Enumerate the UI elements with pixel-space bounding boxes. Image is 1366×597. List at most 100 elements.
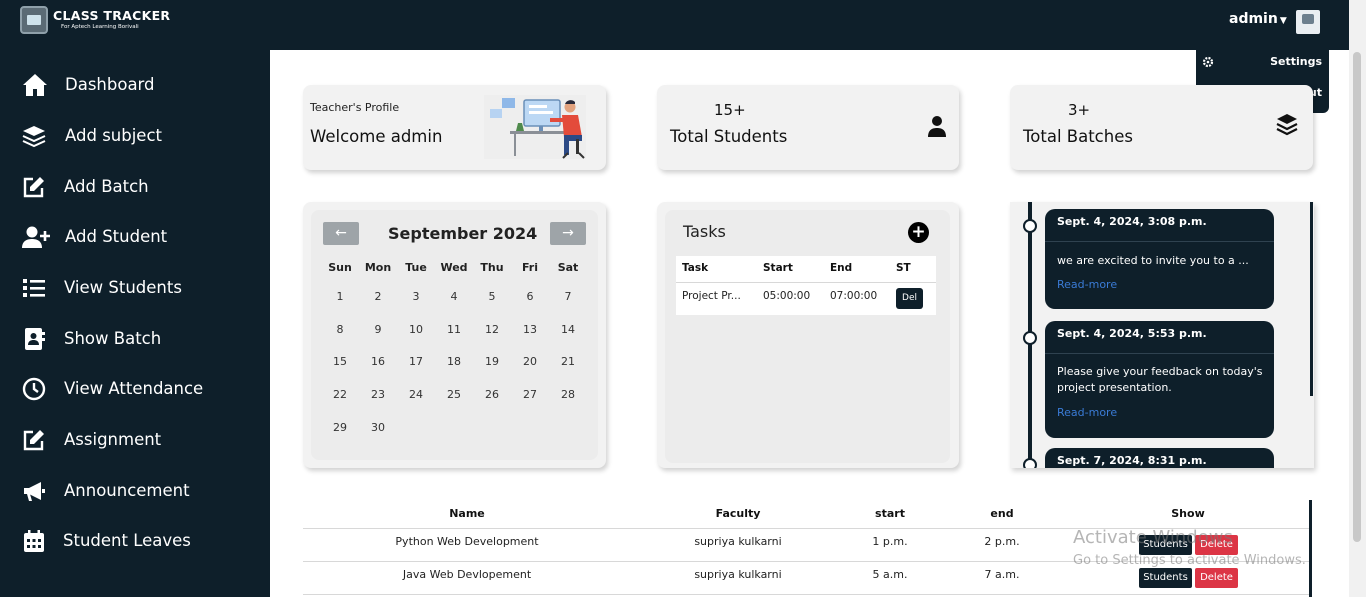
profile-card: Teacher's Profile Welcome admin	[303, 85, 606, 170]
scrollbar-thumb[interactable]	[1353, 52, 1361, 542]
sidebar-item-label: Show Batch	[64, 329, 162, 348]
task-header: Task	[682, 262, 709, 274]
calendar-next-button[interactable]: →	[550, 222, 586, 245]
page-scrollbar[interactable]	[1349, 0, 1366, 597]
list-icon	[23, 279, 45, 297]
sidebar-item-announcement[interactable]: Announcement	[0, 469, 270, 513]
announcement-card: Sept. 4, 2024, 3:08 p.m. we are excited …	[1045, 209, 1274, 309]
task-header: Start	[763, 262, 793, 274]
column-header: Faculty	[715, 507, 761, 520]
sidebar: Dashboard Add subject Add Batch Add Stud…	[0, 50, 270, 597]
user-menu-toggle[interactable]: admin ▼	[1229, 11, 1287, 27]
address-book-icon	[25, 328, 45, 350]
read-more-link[interactable]: Read-more	[1057, 278, 1117, 291]
sidebar-item-add-student[interactable]: Add Student	[0, 215, 270, 259]
students-count: 15+	[714, 101, 746, 119]
weekday-header: Sat	[557, 261, 579, 274]
calendar-prev-button[interactable]: ←	[323, 222, 359, 245]
task-start: 05:00:00	[763, 290, 811, 302]
teacher-illustration	[484, 95, 586, 159]
calendar-day[interactable]: 3	[397, 290, 435, 303]
avatar[interactable]	[1296, 10, 1320, 34]
sidebar-item-dashboard[interactable]: Dashboard	[0, 63, 270, 107]
calendar-day[interactable]: 23	[359, 388, 397, 401]
calendar-day[interactable]: 30	[359, 421, 397, 434]
sidebar-item-add-batch[interactable]: Add Batch	[0, 165, 270, 209]
calendar-day[interactable]: 20	[511, 355, 549, 368]
calendar-day[interactable]: 11	[435, 323, 473, 336]
batch-faculty: supriya kulkarni	[694, 568, 782, 581]
timeline-dot	[1023, 458, 1037, 468]
calendar-day[interactable]: 29	[321, 421, 359, 434]
calendar-day[interactable]: 10	[397, 323, 435, 336]
calendar-day[interactable]: 27	[511, 388, 549, 401]
delete-button[interactable]: Delete	[1195, 568, 1238, 588]
app-logo[interactable]: CLASS TRACKER For Aptech Learning Boriva…	[20, 6, 170, 34]
calendar-day[interactable]: 21	[549, 355, 587, 368]
calendar-day[interactable]: 2	[359, 290, 397, 303]
app-subtitle: For Aptech Learning Borivali	[61, 24, 139, 30]
tasks-table: Task Start End ST Project Pr... 05:00:00…	[676, 256, 936, 315]
task-end: 07:00:00	[830, 290, 878, 302]
calendar-day[interactable]: 15	[321, 355, 359, 368]
sidebar-item-show-batch[interactable]: Show Batch	[0, 317, 270, 361]
calendar-day[interactable]: 16	[359, 355, 397, 368]
sidebar-item-view-students[interactable]: View Students	[0, 266, 270, 310]
table-scrollbar[interactable]	[1309, 500, 1312, 597]
calendar-day[interactable]: 4	[435, 290, 473, 303]
sidebar-item-add-subject[interactable]: Add subject	[0, 114, 270, 158]
sidebar-item-label: View Attendance	[64, 379, 204, 398]
sidebar-item-view-attendance[interactable]: View Attendance	[0, 367, 270, 411]
calendar-day[interactable]: 9	[359, 323, 397, 336]
students-button[interactable]: Students	[1139, 568, 1192, 588]
batch-end: 2 p.m.	[984, 535, 1020, 548]
delete-task-button[interactable]: Del	[896, 288, 923, 309]
total-batches-card: 3+ Total Batches	[1010, 85, 1313, 170]
calendar-day[interactable]: 28	[549, 388, 587, 401]
weekday-header: Fri	[521, 261, 538, 274]
announcement-timeline: Sept. 4, 2024, 3:08 p.m. we are excited …	[1010, 202, 1314, 468]
sidebar-item-assignment[interactable]: Assignment	[0, 418, 270, 462]
profile-caption: Teacher's Profile	[310, 101, 400, 114]
calendar-day[interactable]: 17	[397, 355, 435, 368]
calendar-day[interactable]: 14	[549, 323, 587, 336]
username: admin	[1229, 11, 1278, 27]
announcement-card: Sept. 4, 2024, 5:53 p.m. Please give you…	[1045, 321, 1274, 438]
weekday-header: Sun	[328, 261, 352, 274]
edit-icon	[23, 430, 44, 451]
sidebar-item-label: Add subject	[65, 126, 162, 145]
clock-icon	[22, 377, 46, 401]
calendar-day[interactable]: 12	[473, 323, 511, 336]
sidebar-item-student-leaves[interactable]: Student Leaves	[0, 519, 270, 563]
task-header: End	[830, 262, 853, 274]
calendar-month-title: September 2024	[388, 224, 538, 243]
menu-item-settings[interactable]: Settings	[1196, 49, 1329, 75]
calendar-day[interactable]: 25	[435, 388, 473, 401]
sidebar-item-label: View Students	[64, 278, 182, 297]
task-header: ST	[896, 262, 911, 274]
calendar-day[interactable]: 26	[473, 388, 511, 401]
weekday-header: Thu	[480, 261, 504, 274]
calendar-day[interactable]: 6	[511, 290, 549, 303]
home-icon	[23, 74, 47, 96]
read-more-link[interactable]: Read-more	[1057, 406, 1117, 419]
calendar-day[interactable]: 13	[511, 323, 549, 336]
calendar-day[interactable]: 7	[549, 290, 587, 303]
calendar-day[interactable]: 5	[473, 290, 511, 303]
calendar-day[interactable]: 19	[473, 355, 511, 368]
students-label: Total Students	[670, 127, 788, 146]
announcement-card: Sept. 7, 2024, 8:31 p.m.	[1045, 448, 1274, 468]
add-task-button[interactable]: +	[908, 222, 929, 243]
weekday-header: Mon	[364, 261, 392, 274]
column-header: Name	[449, 507, 485, 520]
calendar-day[interactable]: 22	[321, 388, 359, 401]
menu-item-label: Settings	[1270, 55, 1322, 68]
calendar-day[interactable]: 24	[397, 388, 435, 401]
total-students-card: 15+ Total Students	[657, 85, 959, 170]
edit-icon	[23, 177, 44, 198]
calendar-day[interactable]: 8	[321, 323, 359, 336]
calendar-day[interactable]: 1	[321, 290, 359, 303]
weekday-header: Wed	[440, 261, 468, 274]
calendar-day[interactable]: 18	[435, 355, 473, 368]
timeline-scrollbar[interactable]	[1310, 202, 1313, 396]
